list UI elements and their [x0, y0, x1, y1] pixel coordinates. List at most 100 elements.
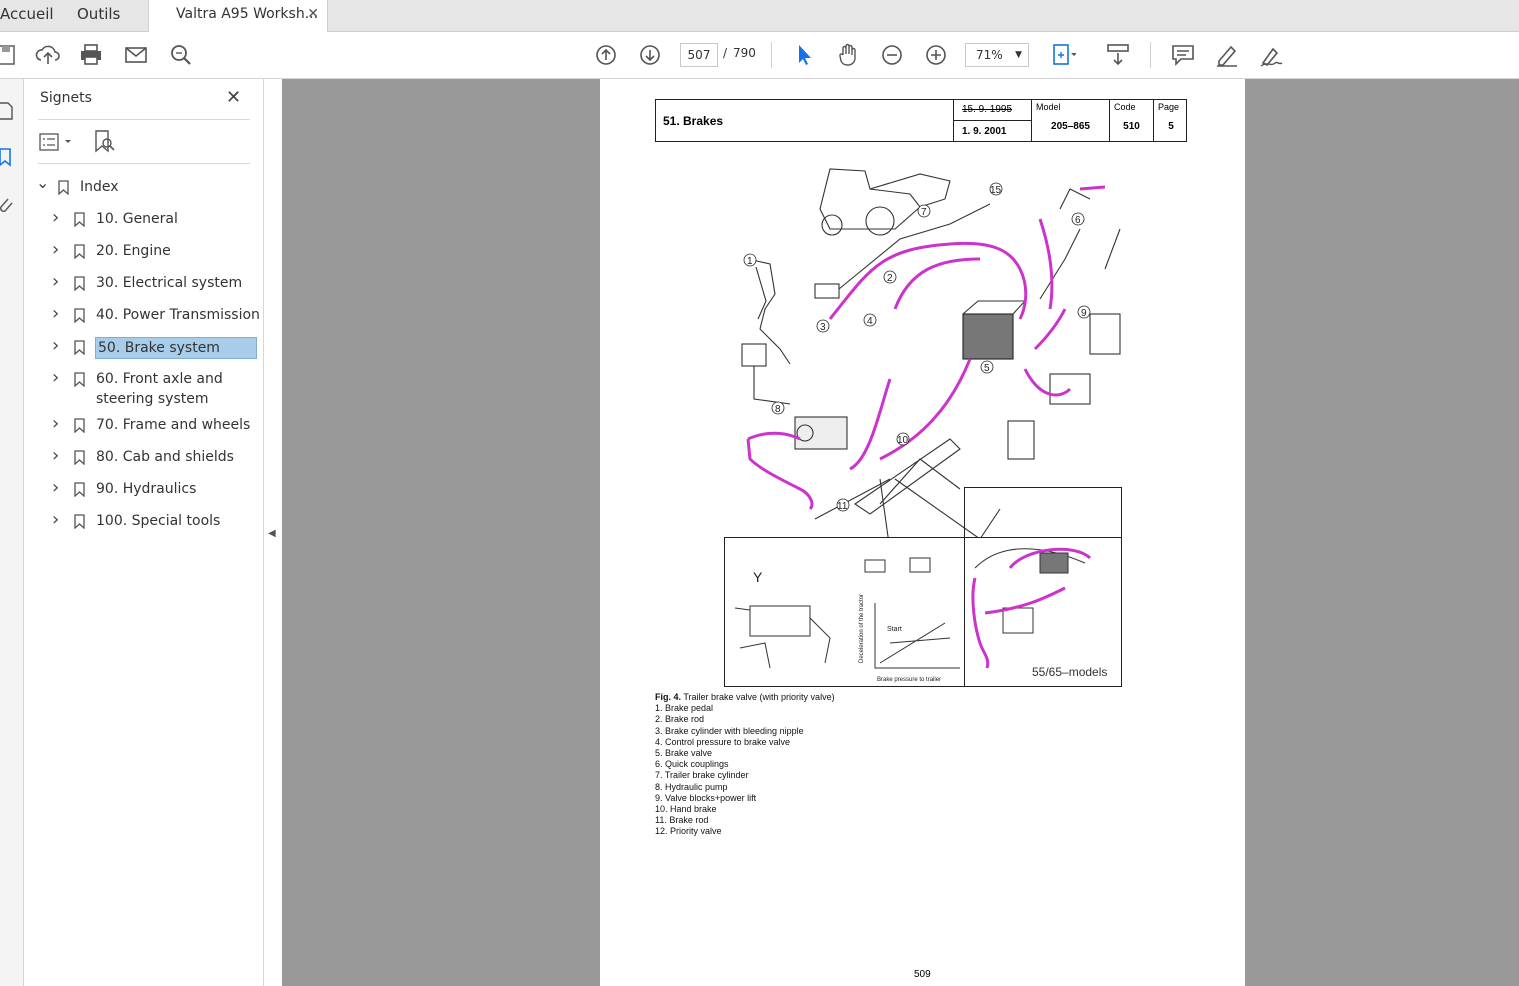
page-separator: / — [723, 46, 728, 60]
print-icon[interactable] — [77, 41, 105, 69]
zoom-in-icon[interactable] — [922, 41, 950, 69]
bookmark-label: 30. Electrical system — [96, 275, 243, 291]
bookmark-item[interactable]: › 80. Cab and shields — [24, 445, 264, 469]
svg-text:15: 15 — [990, 185, 1002, 196]
svg-text:3: 3 — [820, 322, 826, 333]
tab-accueil[interactable]: Accueil — [0, 0, 55, 32]
page-header-table: 51. Brakes 15. 9. 1995 1. 9. 2001 Model … — [655, 99, 1187, 142]
bookmark-item[interactable]: › 60. Front axle and — [24, 367, 264, 391]
chevron-right-icon[interactable]: › — [52, 303, 59, 324]
caption-item: 8. Hydraulic pump — [655, 781, 728, 792]
upload-cloud-icon[interactable] — [34, 41, 62, 69]
caption-item: 3. Brake cylinder with bleeding nipple — [655, 725, 804, 736]
close-panel-icon[interactable]: ✕ — [226, 87, 241, 108]
bookmark-item[interactable]: › 20. Engine — [24, 239, 264, 263]
chevron-right-icon[interactable]: › — [52, 477, 59, 498]
bookmark-item[interactable]: › 50. Brake system — [24, 335, 264, 359]
bookmark-label: 60. Front axle and — [96, 371, 223, 387]
fit-page-icon[interactable] — [1048, 41, 1077, 69]
bookmarks-panel: Signets ✕ ⌄ Index › 10. General › 20. Engine ›… — [24, 79, 264, 986]
code-value: 510 — [1123, 121, 1140, 132]
tab-outils[interactable]: Outils — [77, 0, 137, 32]
attachments-icon[interactable] — [0, 195, 16, 215]
date-cell: 15. 9. 1995 1. 9. 2001 — [953, 100, 1032, 141]
hand-tool-icon[interactable] — [834, 41, 862, 69]
bookmark-icon — [74, 244, 85, 259]
highlight-pen-icon[interactable] — [1213, 41, 1241, 69]
code-cell: Code 510 — [1109, 100, 1153, 141]
caption-item: 5. Brake valve — [655, 748, 713, 759]
caption-item: 6. Quick couplings — [655, 759, 729, 770]
collapse-panel-icon[interactable]: ◀ — [268, 528, 276, 539]
page-number-input[interactable]: 507 — [680, 43, 718, 67]
date-old: 15. 9. 1995 — [962, 104, 1013, 115]
navigation-rail — [0, 79, 24, 986]
caption-item: 1. Brake pedal — [655, 703, 714, 714]
comment-icon[interactable] — [1169, 41, 1197, 69]
svg-text:1: 1 — [747, 256, 753, 267]
zoom-out-icon[interactable] — [878, 41, 906, 69]
email-icon[interactable] — [122, 41, 150, 69]
bookmark-label: 40. Power Transmission — [96, 307, 260, 323]
bookmark-label: 90. Hydraulics — [96, 481, 197, 497]
bookmark-options-button[interactable] — [39, 131, 75, 153]
bookmark-icon — [74, 212, 85, 227]
bookmark-item[interactable]: › 10. General — [24, 207, 264, 231]
bookmark-icon — [58, 180, 69, 195]
panel-divider — [38, 119, 250, 120]
bookmark-item[interactable]: › 90. Hydraulics — [24, 477, 264, 501]
bookmark-label: 100. Special tools — [96, 513, 221, 529]
chevron-right-icon[interactable]: › — [52, 207, 59, 228]
scroll-mode-icon[interactable] — [1104, 41, 1132, 69]
select-cursor-icon[interactable] — [790, 41, 818, 69]
graph-start-label: Start — [887, 626, 902, 633]
tab-document[interactable]: Valtra A95 Worksh... ✕ — [148, 0, 328, 33]
chevron-down-icon: ▼ — [1015, 50, 1022, 60]
section-title: 51. Brakes — [663, 114, 724, 128]
search-icon[interactable] — [167, 41, 195, 69]
chevron-right-icon[interactable]: › — [52, 367, 59, 388]
page-cell: Page 5 — [1153, 100, 1188, 141]
zoom-level-select[interactable]: 71% ▼ — [965, 43, 1029, 67]
models-label: 55/65–models — [1032, 665, 1108, 679]
toolbar-divider — [1150, 42, 1151, 68]
document-viewer[interactable]: 51. Brakes 15. 9. 1995 1. 9. 2001 Model … — [282, 79, 1519, 986]
chevron-right-icon[interactable]: › — [52, 271, 59, 292]
page-thumbnails-icon[interactable] — [0, 101, 16, 121]
chevron-right-icon[interactable]: › — [52, 445, 59, 466]
bookmark-icon — [74, 418, 85, 433]
caption-list: 1. Brake pedal 2. Brake rod 3. Brake cylin… — [655, 703, 835, 837]
inset-y-label: Y — [753, 569, 763, 585]
code-label: Code — [1114, 102, 1136, 112]
bookmark-item[interactable]: steering system — [24, 389, 264, 411]
bookmark-item[interactable]: › 40. Power Transmission — [24, 303, 264, 327]
bookmark-item[interactable]: ⌄ Index — [24, 173, 264, 199]
bookmarks-icon[interactable] — [0, 147, 16, 167]
caption-item: 12. Priority valve — [655, 826, 722, 837]
bookmark-label: 80. Cab and shields — [96, 449, 234, 465]
model-label: Model — [1036, 102, 1061, 112]
bookmark-item[interactable]: › 100. Special tools — [24, 509, 264, 533]
caption-item: 4. Control pressure to brake valve — [655, 736, 791, 747]
save-icon[interactable] — [0, 41, 22, 69]
bookmark-icon — [74, 450, 85, 465]
caption-item: 11. Brake rod — [655, 815, 709, 826]
chevron-right-icon[interactable]: › — [52, 239, 59, 260]
previous-page-icon[interactable] — [592, 41, 620, 69]
svg-text:8: 8 — [775, 404, 781, 415]
chevron-right-icon[interactable]: › — [52, 509, 59, 530]
chevron-right-icon[interactable]: › — [52, 413, 59, 434]
next-page-icon[interactable] — [636, 41, 664, 69]
svg-text:6: 6 — [1075, 215, 1081, 226]
chevron-right-icon[interactable]: › — [52, 335, 59, 356]
sign-icon[interactable] — [1257, 41, 1285, 69]
bookmark-item[interactable]: › 70. Frame and wheels — [24, 413, 264, 437]
model-cell: Model 205–865 — [1031, 100, 1109, 141]
caption-item: 10. Hand brake — [655, 804, 717, 815]
close-tab-icon[interactable]: ✕ — [307, 0, 319, 28]
bookmark-item[interactable]: › 30. Electrical system — [24, 271, 264, 295]
chevron-down-icon[interactable]: ⌄ — [36, 173, 49, 192]
tab-bar: Accueil Outils Valtra A95 Worksh... ✕ — [0, 0, 1519, 33]
add-bookmark-icon[interactable] — [92, 129, 116, 153]
bookmark-label: Index — [80, 179, 119, 195]
